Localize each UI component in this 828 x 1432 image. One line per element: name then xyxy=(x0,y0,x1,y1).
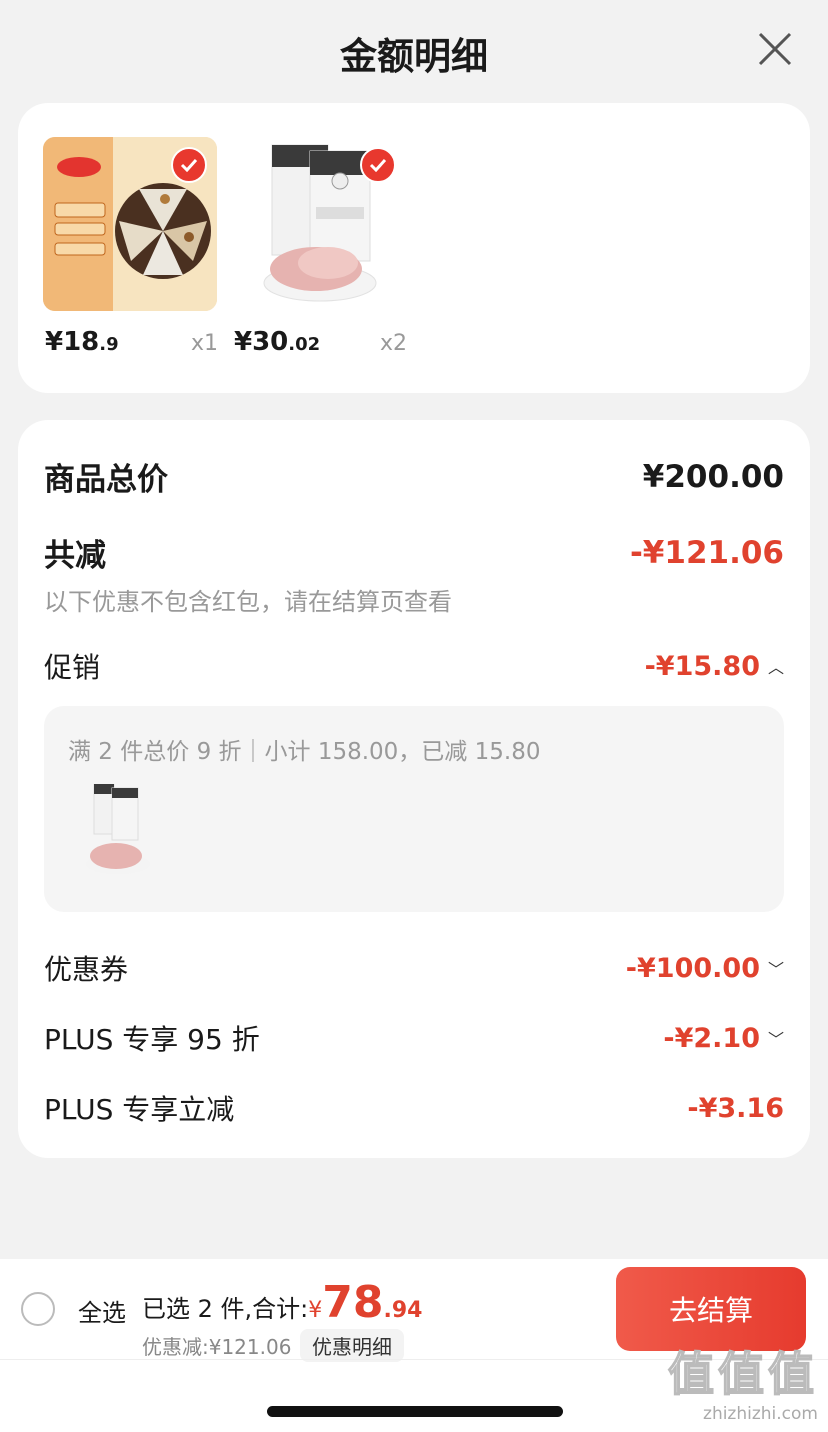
coupon-row[interactable]: 优惠券 -¥100.00 ﹀ xyxy=(44,948,784,988)
watermark: 值值值 zhizhizhi.com xyxy=(667,1346,818,1424)
product-image-rice-balls xyxy=(43,137,217,311)
product-quantity: x2 xyxy=(380,331,408,356)
plus95-label: PLUS 专享 95 折 xyxy=(44,1023,260,1056)
discount-note: 以下优惠不包含红包，请在结算页查看 xyxy=(44,588,452,616)
promo-value: -¥15.80 ︿ xyxy=(644,650,784,682)
promo-row[interactable]: 促销 -¥15.80 ︿ xyxy=(44,646,784,686)
coupon-value: -¥100.00 ﹀ xyxy=(625,952,784,984)
promo-detail-box: 满 2 件总价 9 折｜小计 158.00，已减 15.80 xyxy=(44,706,784,912)
chevron-up-icon: ︿ xyxy=(767,658,784,677)
chevron-down-icon: ﹀ xyxy=(767,960,784,979)
price-details-card: 商品总价 ¥200.00 共减 -¥121.06 以下优惠不包含红包，请在结算页… xyxy=(18,420,810,1158)
product-price: ¥30.02 xyxy=(234,327,321,357)
discount-detail-button[interactable]: 优惠明细 xyxy=(300,1329,404,1362)
select-all-label[interactable]: 全选 xyxy=(78,1293,126,1328)
chevron-down-icon: ﹀ xyxy=(767,1030,784,1049)
checkout-bar: 全选 已选 2 件,合计:¥78.94 优惠减:¥121.06 优惠明细 去结算… xyxy=(0,1259,828,1432)
close-icon[interactable] xyxy=(756,30,794,68)
plus95-row[interactable]: PLUS 专享 95 折 -¥2.10 ﹀ xyxy=(44,1018,784,1058)
saved-amount: 优惠减:¥121.06 xyxy=(142,1335,292,1359)
checked-icon xyxy=(171,147,207,183)
reduce-label: 共减 xyxy=(44,538,106,574)
reduce-value: -¥121.06 xyxy=(629,534,784,571)
home-indicator xyxy=(267,1406,563,1417)
total-value: ¥200.00 xyxy=(642,458,784,495)
product-item[interactable]: ¥18.9 x1 xyxy=(43,137,218,357)
product-item[interactable]: ¥30.02 x2 xyxy=(232,137,407,357)
product-price: ¥18.9 xyxy=(45,327,119,357)
plusreduce-row: PLUS 专享立减 -¥3.16 xyxy=(44,1088,784,1128)
modal-header: 金额明细 xyxy=(0,0,828,100)
coupon-label: 优惠券 xyxy=(44,953,129,986)
select-all-radio[interactable] xyxy=(21,1292,55,1326)
product-quantity: x1 xyxy=(191,331,219,356)
product-image-pork-knuckle xyxy=(232,137,406,311)
plusreduce-label: PLUS 专享立减 xyxy=(44,1093,235,1126)
total-row: 商品总价 ¥200.00 xyxy=(44,454,784,499)
reduce-row: 共减 -¥121.06 xyxy=(44,530,784,575)
plus95-value: -¥2.10 ﹀ xyxy=(663,1022,784,1054)
selected-total: 已选 2 件,合计:¥78.94 xyxy=(142,1277,423,1328)
promo-detail-text: 满 2 件总价 9 折｜小计 158.00，已减 15.80 xyxy=(68,739,541,765)
checked-icon xyxy=(360,147,396,183)
promo-product-thumb xyxy=(86,784,150,874)
modal-title: 金额明细 xyxy=(340,35,488,78)
promo-label: 促销 xyxy=(44,651,101,684)
plusreduce-value: -¥3.16 xyxy=(687,1092,784,1124)
selected-products-card: ¥18.9 x1 ¥30.02 x2 xyxy=(18,103,810,393)
total-label: 商品总价 xyxy=(44,462,168,498)
